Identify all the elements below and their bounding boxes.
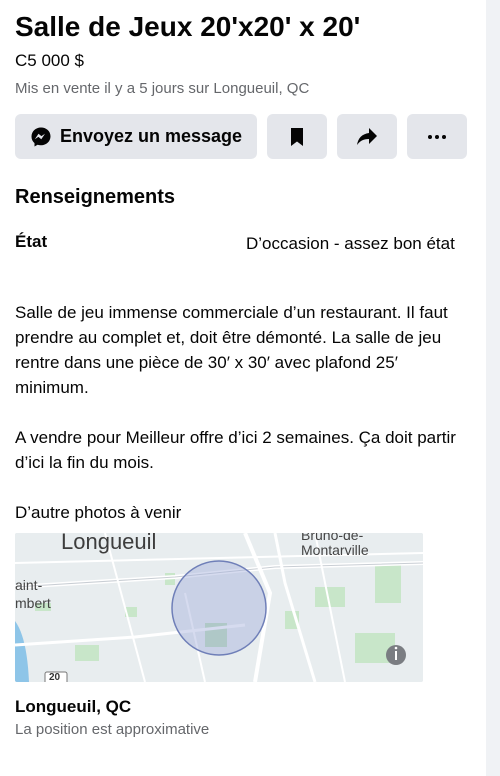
- condition-value: D’occasion - assez bon état: [246, 234, 455, 253]
- listing-meta: Mis en vente il y a 5 jours sur Longueui…: [15, 80, 310, 97]
- location-map[interactable]: Longueuil Bruno-de- Montarville aint- mb…: [15, 533, 423, 682]
- details-section-title: Renseignements: [15, 186, 176, 208]
- location-subtitle: La position est approximative: [15, 721, 210, 738]
- share-icon: [356, 127, 378, 147]
- more-options-button[interactable]: [407, 114, 467, 159]
- map-label-longueuil: Longueuil: [61, 533, 157, 554]
- info-icon[interactable]: [386, 645, 406, 665]
- map-label-saint: aint-: [15, 577, 43, 593]
- send-message-button[interactable]: Envoyez un message: [15, 114, 257, 159]
- bookmark-icon: [289, 127, 305, 147]
- share-button[interactable]: [337, 114, 397, 159]
- map-route-shield: 20: [49, 672, 61, 682]
- map-label-montarville: Montarville: [301, 542, 369, 558]
- approximate-location-circle: [171, 560, 267, 656]
- condition-label: État: [15, 232, 48, 251]
- map-label-lambert: mbert: [15, 595, 51, 611]
- more-icon: [427, 134, 447, 140]
- location-title: Longueuil, QC: [15, 697, 132, 716]
- listing-title: Salle de Jeux 20'x20' x 20': [15, 11, 361, 42]
- send-message-label: Envoyez un message: [59, 126, 243, 146]
- listing-price: C5 000 $: [15, 51, 84, 70]
- scrollbar[interactable]: [486, 0, 500, 776]
- messenger-icon: [30, 126, 52, 148]
- save-button[interactable]: [267, 114, 327, 159]
- listing-description: Salle de jeu immense commerciale d’un re…: [15, 303, 456, 522]
- action-buttons: Envoyez un message: [15, 114, 467, 159]
